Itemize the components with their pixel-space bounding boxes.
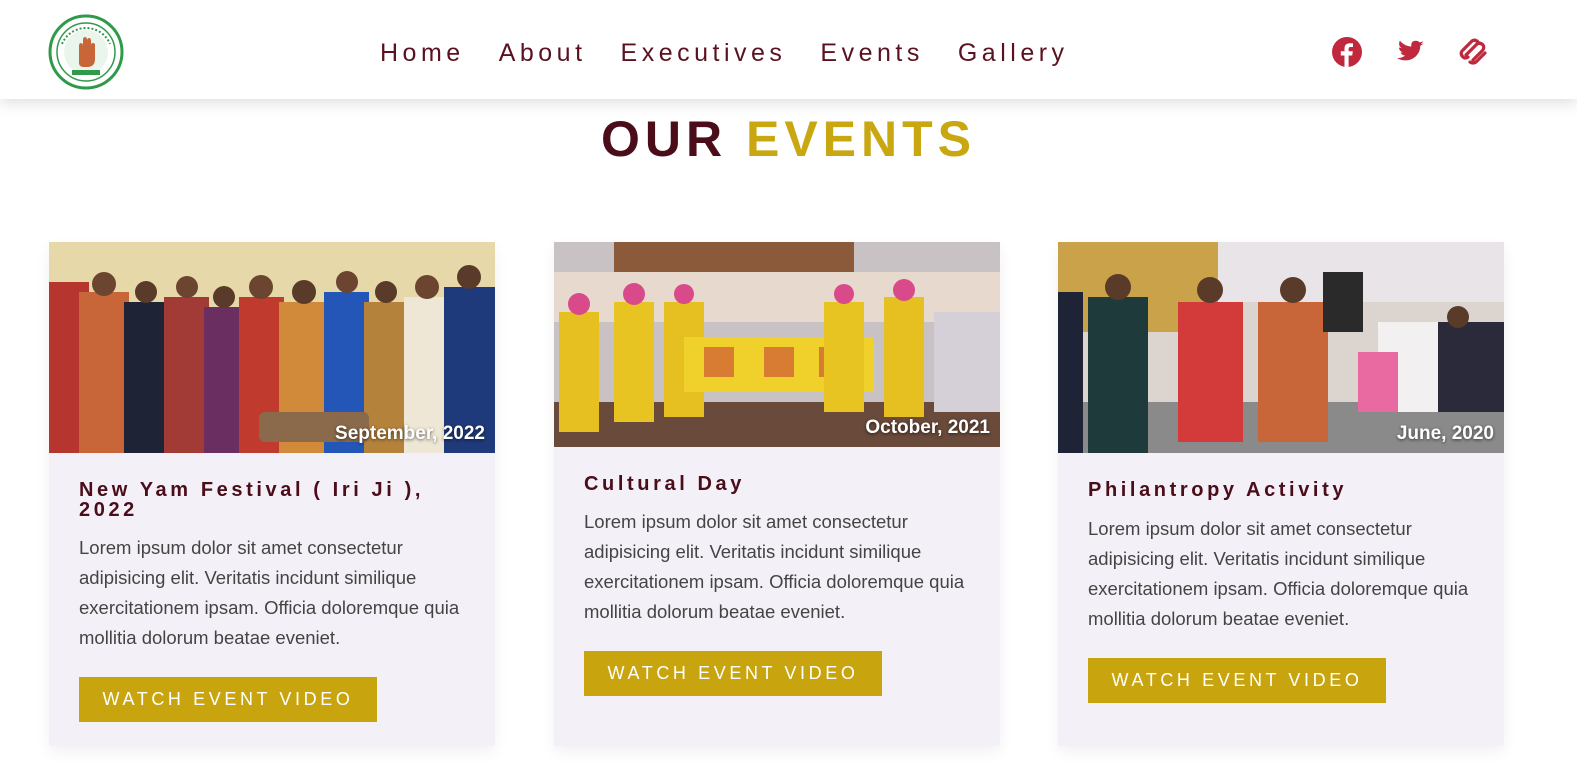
event-photo: October, 2021 [554,242,1000,447]
event-card: September, 2022 New Yam Festival ( Iri J… [49,242,495,746]
event-photo: September, 2022 [49,242,495,453]
watch-event-video-button[interactable]: WATCH EVENT VIDEO [584,651,882,696]
event-title: New Yam Festival ( Iri Ji ), 2022 [79,479,424,521]
community-logo[interactable] [48,14,124,90]
event-card: October, 2021 Cultural Day Lorem ipsum d… [554,242,1000,746]
event-photo: June, 2020 [1058,242,1504,453]
event-photo-illustration [1058,242,1504,453]
section-heading: OUR EVENTS [0,110,1577,168]
event-date: October, 2021 [865,417,990,438]
event-title: Cultural Day [584,473,746,495]
event-description: Lorem ipsum dolor sit amet consectetur a… [79,537,460,648]
event-photo-illustration [49,242,495,453]
heading-word-events: EVENTS [745,111,977,167]
event-date: September, 2022 [335,423,485,444]
event-date: June, 2020 [1396,423,1494,444]
facebook-icon[interactable] [1331,36,1363,68]
squarespace-icon[interactable] [1458,36,1490,68]
event-description: Lorem ipsum dolor sit amet consectetur a… [584,511,965,622]
twitter-icon[interactable] [1394,36,1426,68]
main-nav: Home About Executives Events Gallery [380,38,1103,68]
nav-events[interactable]: Events [820,38,923,68]
heading-word-our: OUR [600,111,728,167]
watch-event-video-button[interactable]: WATCH EVENT VIDEO [79,677,377,722]
nav-gallery[interactable]: Gallery [958,38,1069,68]
nav-about[interactable]: About [499,38,587,68]
event-description: Lorem ipsum dolor sit amet consectetur a… [1088,518,1469,629]
event-card: June, 2020 Philantropy Activity Lorem ip… [1058,242,1504,746]
nav-home[interactable]: Home [380,38,465,68]
watch-event-video-button[interactable]: WATCH EVENT VIDEO [1088,658,1386,703]
site-header: Home About Executives Events Gallery [0,0,1577,99]
nav-executives[interactable]: Executives [621,38,787,68]
event-title: Philantropy Activity [1088,479,1348,501]
